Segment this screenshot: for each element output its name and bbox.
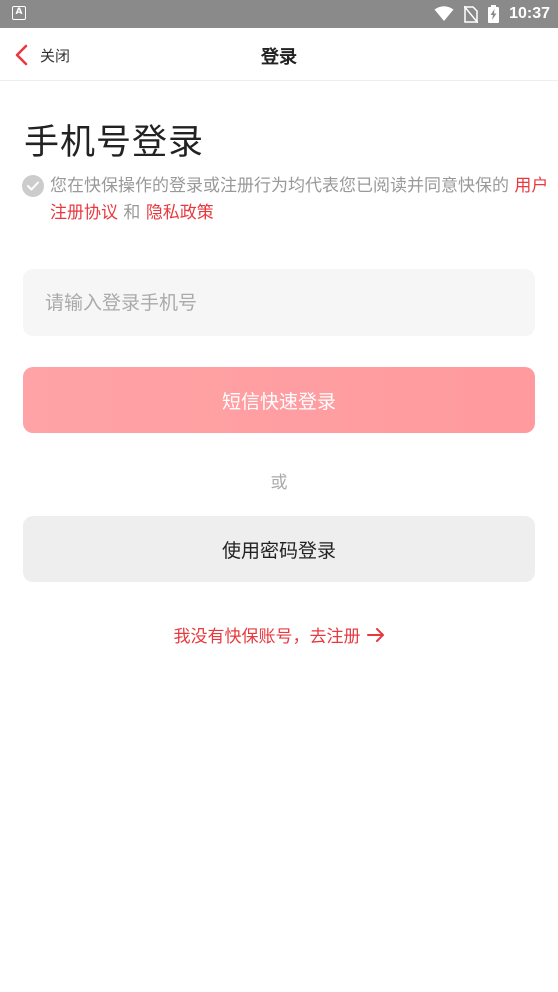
arrow-right-icon	[366, 627, 384, 642]
agreement-and: 和	[123, 203, 141, 223]
phone-input[interactable]	[23, 269, 535, 336]
status-bar-right: 10:37	[434, 0, 550, 28]
status-time: 10:37	[509, 5, 550, 22]
privacy-policy-link[interactable]: 隐私政策	[146, 203, 214, 223]
register-link-label: 我没有快保账号，去注册	[173, 627, 361, 647]
page-title-nav: 登录	[261, 47, 297, 68]
page-title: 手机号登录	[24, 123, 205, 163]
agreement-text: 您在快保操作的登录或注册行为均代表您已阅读并同意快保的 用户注册协议 和 隐私政…	[50, 173, 556, 227]
navigation-bar: 关闭 登录	[0, 28, 558, 81]
agreement-checkbox[interactable]	[22, 175, 44, 197]
agreement-row: 您在快保操作的登录或注册行为均代表您已阅读并同意快保的 用户注册协议 和 隐私政…	[22, 173, 556, 227]
check-icon	[27, 181, 39, 191]
sms-login-button[interactable]: 短信快速登录	[23, 367, 535, 433]
wifi-icon	[434, 6, 454, 21]
no-sim-icon	[464, 5, 479, 23]
agreement-prefix: 您在快保操作的登录或注册行为均代表您已阅读并同意快保的	[50, 176, 509, 196]
status-bar: A 10:37	[0, 0, 558, 28]
or-divider-text: 或	[270, 473, 288, 493]
register-link[interactable]: 我没有快保账号，去注册	[0, 622, 558, 647]
battery-charging-icon	[488, 5, 500, 23]
app-notification-icon: A	[12, 6, 26, 20]
password-login-button[interactable]: 使用密码登录	[23, 516, 535, 582]
